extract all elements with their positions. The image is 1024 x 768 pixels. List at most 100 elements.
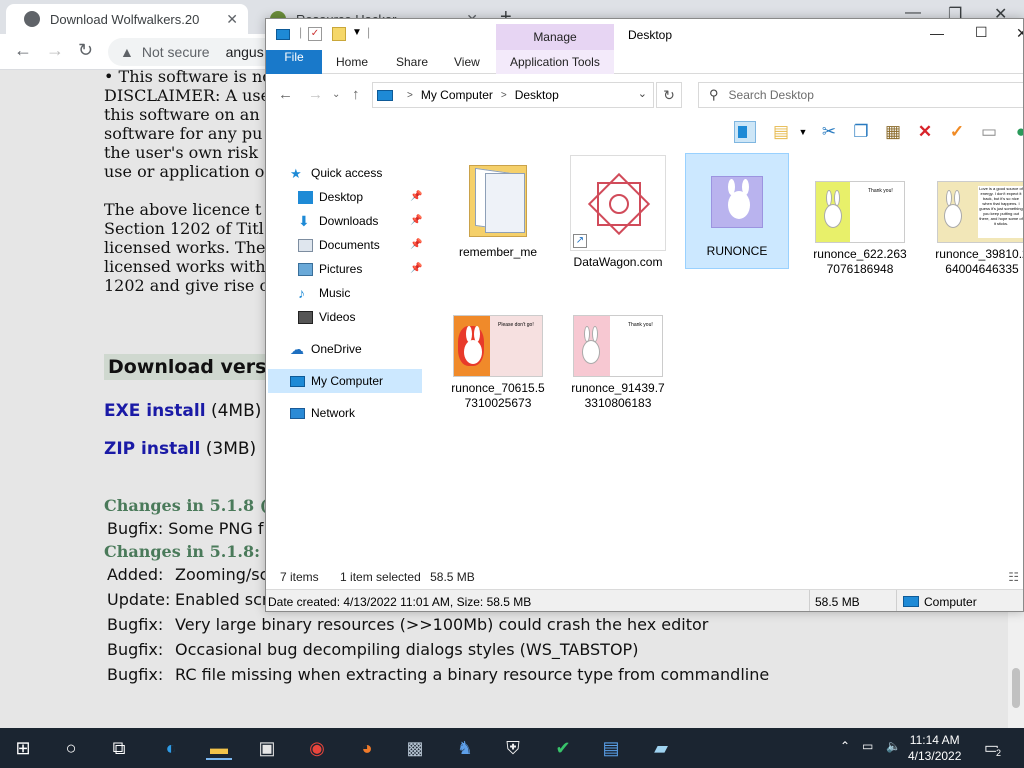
file-item-runonce-70615[interactable]: Please don't go! runonce_70615.5 73100256… (446, 315, 550, 415)
ribbon-tab-file[interactable]: File (266, 50, 322, 74)
file-item-runonce[interactable]: RUNONCE (685, 153, 789, 269)
explorer-address-bar[interactable]: > My Computer > Desktop ⌄ (372, 82, 654, 108)
changelog-line: Update: Enabled scr (107, 590, 269, 609)
search-box[interactable]: ⚲ Search Desktop (698, 82, 1023, 108)
tab-close-icon[interactable]: ✕ (226, 11, 238, 28)
file-item-runonce-622[interactable]: Thank you! runonce_622.263 7076186948 (808, 181, 912, 281)
chevron-up-icon[interactable]: ⌃ (840, 739, 850, 768)
windows-start-icon[interactable]: ⊞ (10, 736, 36, 760)
star-icon: ★ (290, 165, 302, 181)
new-folder-icon[interactable]: ▤ (770, 121, 792, 143)
delete-icon[interactable]: ✕ (914, 121, 936, 143)
url-text: angus (225, 44, 264, 60)
minimize-icon[interactable]: — (930, 25, 944, 41)
file-explorer-window: | ✓ ▼ | Manage Desktop — ☐ ✕ File Home S… (265, 18, 1024, 612)
reload-icon[interactable]: ↻ (78, 40, 93, 61)
nav-item-onedrive[interactable]: ☁ OneDrive (290, 337, 362, 361)
ribbon-tab-view[interactable]: View (454, 50, 480, 74)
recent-locations-icon[interactable]: ⌄ (332, 89, 340, 100)
exe-install-link[interactable]: EXE install (104, 401, 206, 421)
properties-icon[interactable]: ✓ (308, 27, 322, 41)
browser-tab-wolfwalkers[interactable]: Download Wolfwalkers.2020.720 ✕ (6, 4, 248, 34)
nav-item-videos[interactable]: Videos (298, 305, 355, 329)
file-item-datawagon[interactable]: ↗ DataWagon.com (566, 155, 670, 275)
forward-icon[interactable]: → (308, 86, 323, 103)
nav-item-network[interactable]: Network (290, 401, 355, 425)
download-size: (4MB) (210, 401, 262, 421)
edge-icon[interactable]: ◐ (158, 736, 184, 760)
chrome-icon[interactable]: ◉ (304, 736, 330, 760)
rename-icon[interactable]: ✓ (946, 121, 968, 143)
shield-icon[interactable]: ⛨ (500, 736, 526, 760)
file-item-runonce-39810[interactable]: Love is a good source of energy. I don't… (930, 181, 1023, 281)
globe-icon[interactable]: ● (1010, 121, 1023, 143)
file-list: remember_me ↗ DataWagon.com RUNONCE Than… (436, 151, 1023, 571)
nav-item-desktop[interactable]: Desktop (298, 185, 363, 209)
up-icon[interactable]: ↑ (352, 86, 360, 103)
task-view-icon[interactable]: ⧉ (106, 736, 132, 760)
changelog-line: Bugfix: Some PNG f (107, 519, 264, 538)
new-folder-dropdown-icon[interactable]: ▼ (792, 121, 814, 143)
maximize-icon[interactable]: ☐ (975, 24, 988, 41)
selection-size: 58.5 MB (430, 570, 475, 584)
file-item-runonce-91439[interactable]: Thank you! runonce_91439.7 3310806183 (566, 315, 670, 415)
nav-item-downloads[interactable]: ⬇ Downloads (298, 209, 378, 233)
details-size: 58.5 MB (815, 595, 860, 609)
copy-icon[interactable]: ❐ (850, 121, 872, 143)
defender-icon[interactable]: ✔ (550, 736, 576, 760)
computer-icon (276, 29, 290, 40)
back-icon[interactable]: ← (278, 86, 293, 103)
close-icon[interactable]: ✕ (1016, 25, 1023, 42)
image-thumbnail: Please don't go! (453, 315, 543, 377)
properties-icon[interactable]: ▭ (978, 121, 1000, 143)
refresh-button[interactable]: ↻ (656, 82, 682, 108)
back-icon[interactable]: ← (14, 40, 32, 61)
nav-label: OneDrive (311, 342, 362, 356)
nav-label: Desktop (319, 190, 364, 204)
new-folder-icon[interactable] (332, 27, 346, 41)
nav-label: Pictures (319, 262, 363, 276)
clock[interactable]: 11:14 AM 4/13/2022 (908, 732, 961, 764)
scrollbar-thumb[interactable] (1012, 668, 1020, 708)
file-item-remember-me[interactable]: remember_me (446, 161, 550, 265)
nav-item-quick-access[interactable]: ★ Quick access (290, 161, 382, 185)
app-icon[interactable]: ♞ (452, 736, 478, 760)
app-icon[interactable]: ▩ (402, 736, 428, 760)
selection-count: 1 item selected (340, 570, 421, 584)
navigation-pane-icon[interactable] (734, 121, 756, 143)
paste-icon[interactable]: ▦ (882, 121, 904, 143)
firefox-icon[interactable]: ◕ (354, 736, 380, 760)
app-icon[interactable]: ▰ (648, 736, 674, 760)
nav-item-pictures[interactable]: Pictures (298, 257, 362, 281)
navigation-pane: ★ Quick access Desktop 📌 ⬇ Downloads 📌 D… (266, 161, 426, 581)
nav-item-documents[interactable]: Documents (298, 233, 380, 257)
cut-icon[interactable]: ✂ (818, 121, 840, 143)
nav-item-music[interactable]: ♪ Music (298, 281, 350, 305)
zip-install-link[interactable]: ZIP install (104, 439, 200, 459)
search-icon[interactable]: ○ (58, 736, 84, 760)
file-name: RUNONCE (706, 244, 768, 258)
manage-contextual-tab[interactable]: Manage (496, 24, 614, 50)
breadcrumb-desktop[interactable]: Desktop (515, 88, 559, 102)
download-item: EXE install (4MB) (104, 401, 261, 421)
page-text-line: 1202 and give rise c (104, 276, 269, 295)
ribbon-tab-home[interactable]: Home (336, 50, 368, 74)
network-icon[interactable]: ▭ (862, 739, 873, 768)
volume-icon[interactable]: 🔈 (886, 739, 901, 768)
chevron-down-icon[interactable]: ⌄ (638, 87, 647, 100)
ribbon-tab-share[interactable]: Share (396, 50, 428, 74)
store-icon[interactable]: ▣ (254, 736, 280, 760)
breadcrumb-my-computer[interactable]: My Computer (421, 88, 493, 102)
changelog-line: Bugfix: RC file missing when extracting a… (107, 665, 770, 684)
image-thumbnail: Thank you! (573, 315, 663, 377)
app-icon[interactable]: ▤ (598, 736, 624, 760)
file-explorer-icon[interactable]: ▬ (206, 736, 232, 760)
customize-quick-access-icon[interactable]: ▼ (352, 27, 362, 38)
nav-item-my-computer[interactable]: My Computer (268, 369, 422, 393)
ribbon-tab-application-tools[interactable]: Application Tools (510, 50, 600, 74)
download-size: (3MB) (205, 439, 257, 459)
details-view-icon[interactable]: ☷ (1008, 570, 1019, 584)
nav-label: Documents (319, 238, 380, 252)
nav-label: My Computer (311, 374, 384, 388)
forward-icon[interactable]: → (46, 40, 64, 61)
